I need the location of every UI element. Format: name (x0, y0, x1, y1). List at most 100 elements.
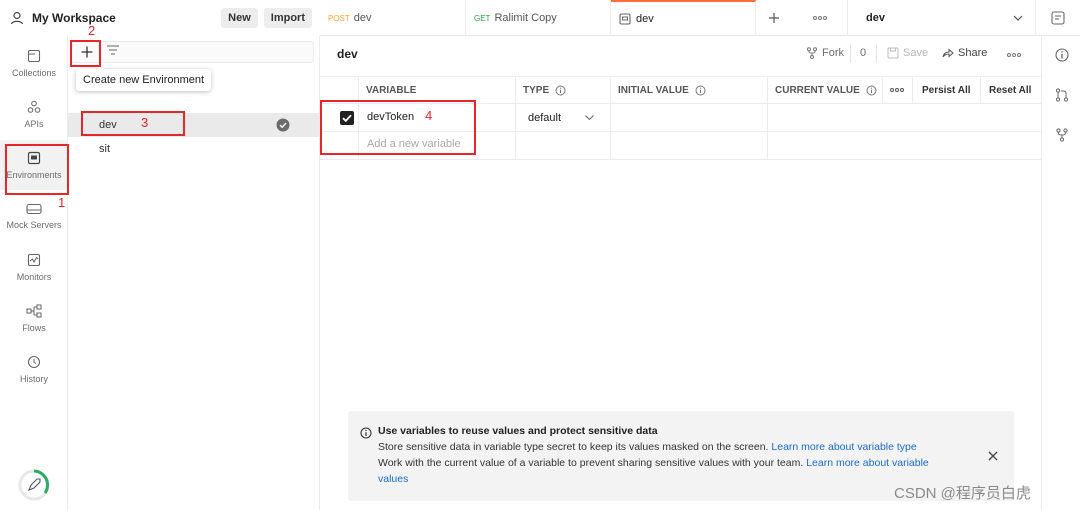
tab-overflow-button[interactable] (792, 0, 848, 36)
share-label: Share (958, 47, 988, 59)
right-rail (1041, 36, 1080, 510)
tab-strip: POST dev GET Ralimit Copy dev dev (320, 0, 1080, 36)
sidebar-item-apis[interactable]: APIs (0, 89, 68, 139)
column-header-label: CURRENT VALUE (775, 84, 860, 96)
initial-value-cell[interactable] (611, 104, 767, 131)
create-environment-tooltip: Create new Environment (76, 69, 212, 91)
fork-icon (1056, 128, 1068, 142)
column-divider (882, 77, 883, 103)
divider (850, 45, 851, 63)
plus-icon (769, 13, 779, 23)
close-icon (988, 451, 998, 461)
workspace-title[interactable]: My Workspace (32, 11, 215, 25)
environment-selector[interactable]: dev (848, 0, 1036, 36)
column-divider (912, 77, 913, 103)
info-icon (360, 427, 372, 439)
column-options-button[interactable] (884, 77, 904, 103)
column-header-label: TYPE (523, 84, 550, 96)
bootcamp-progress-button[interactable] (17, 468, 51, 502)
monitors-icon (27, 253, 41, 266)
column-header-label: VARIABLE (366, 84, 417, 96)
fork-icon (807, 47, 817, 59)
annotation-box-2 (70, 40, 101, 67)
banner-text: Store sensitive data in variable type se… (378, 441, 769, 453)
sidebar-item-collections[interactable]: Collections (0, 38, 68, 88)
active-check-icon[interactable] (276, 118, 290, 132)
annotation-number-2: 2 (88, 23, 96, 38)
sidebar-item-flows[interactable]: Flows (0, 293, 68, 343)
learn-variable-values-link-wrap[interactable]: values (378, 473, 408, 485)
banner-title: Use variables to reuse values and protec… (378, 425, 658, 437)
environment-item-sit[interactable]: sit (68, 137, 319, 161)
banner-line-1: Store sensitive data in variable type se… (378, 441, 917, 453)
reset-all-button[interactable]: Reset All (981, 77, 1031, 103)
sidebar-item-label: Collections (11, 67, 57, 78)
save-button[interactable]: Save (887, 47, 928, 59)
column-header-label: INITIAL VALUE (618, 84, 689, 96)
more-icon (812, 16, 827, 20)
rocket-icon (18, 469, 50, 501)
environment-quick-look-button[interactable] (1036, 0, 1080, 36)
sidebar-item-label: Monitors (16, 271, 52, 282)
fork-info-button[interactable] (1055, 128, 1069, 142)
annotation-number-3: 3 (141, 115, 149, 130)
pull-request-icon (1055, 88, 1069, 102)
persist-all-button[interactable]: Persist All (914, 77, 971, 103)
tab-environment-dev[interactable]: dev (611, 0, 756, 36)
divider (876, 45, 877, 63)
sidebar-item-monitors[interactable]: Monitors (0, 242, 68, 292)
column-header-type: TYPE (515, 77, 566, 103)
tab-post-dev[interactable]: POST dev (320, 0, 466, 36)
new-tab-button[interactable] (756, 0, 792, 36)
pull-request-button[interactable] (1055, 88, 1069, 102)
new-button[interactable]: New (221, 8, 258, 28)
tab-get-ralimit-copy[interactable]: GET Ralimit Copy (466, 0, 611, 36)
environment-title[interactable]: dev (337, 47, 358, 61)
share-icon (942, 48, 954, 58)
more-actions-button[interactable] (1007, 53, 1021, 57)
info-icon (695, 85, 706, 95)
learn-variable-type-link[interactable]: Learn more about variable type (771, 441, 916, 453)
learn-variable-values-link[interactable]: Learn more about variable (806, 457, 929, 469)
environment-list-panel: Create new Environment dev sit (68, 36, 320, 510)
fork-count: 0 (860, 47, 867, 59)
close-banner-button[interactable] (988, 451, 998, 461)
variable-type-select[interactable]: default (516, 104, 610, 131)
info-icon (866, 85, 877, 95)
more-icon (890, 88, 904, 92)
tab-label: dev (636, 13, 654, 25)
fork-button[interactable]: Fork (806, 47, 844, 59)
current-value-cell[interactable] (768, 104, 1041, 131)
sidebar-item-label: History (19, 373, 48, 384)
share-button[interactable]: Share (942, 47, 987, 59)
watermark: CSDN @程序员白虎 (894, 485, 1031, 502)
info-icon (1055, 48, 1069, 62)
tab-method: GET (474, 13, 491, 23)
save-icon (887, 47, 899, 59)
banner-text: Work with the current value of a variabl… (378, 457, 804, 469)
mock-servers-icon (26, 203, 42, 214)
collections-icon (27, 49, 41, 62)
apis-icon (27, 100, 41, 113)
sort-filter-button[interactable] (106, 44, 120, 56)
filter-icon (107, 45, 119, 55)
sidebar-item-history[interactable]: History (0, 344, 68, 394)
table-row-divider (320, 159, 1041, 160)
tab-method: POST (328, 13, 350, 23)
info-button[interactable] (1055, 48, 1069, 62)
more-icon (1007, 53, 1021, 57)
environment-name: sit (99, 143, 110, 155)
banner-line-2: Work with the current value of a variabl… (378, 457, 929, 469)
annotation-box-1 (5, 144, 69, 195)
sidebar-item-label: Flows (22, 322, 46, 333)
column-header-initial-value: INITIAL VALUE (610, 77, 706, 103)
history-icon (27, 355, 41, 368)
import-button[interactable]: Import (263, 8, 312, 28)
fork-label: Fork (822, 47, 844, 59)
annotation-number-1: 1 (58, 195, 66, 210)
chevron-down-icon (1013, 15, 1023, 21)
annotation-box-4 (320, 100, 476, 155)
chevron-down-icon (585, 115, 594, 120)
user-icon[interactable] (10, 11, 24, 25)
environment-tab-icon (619, 13, 631, 25)
